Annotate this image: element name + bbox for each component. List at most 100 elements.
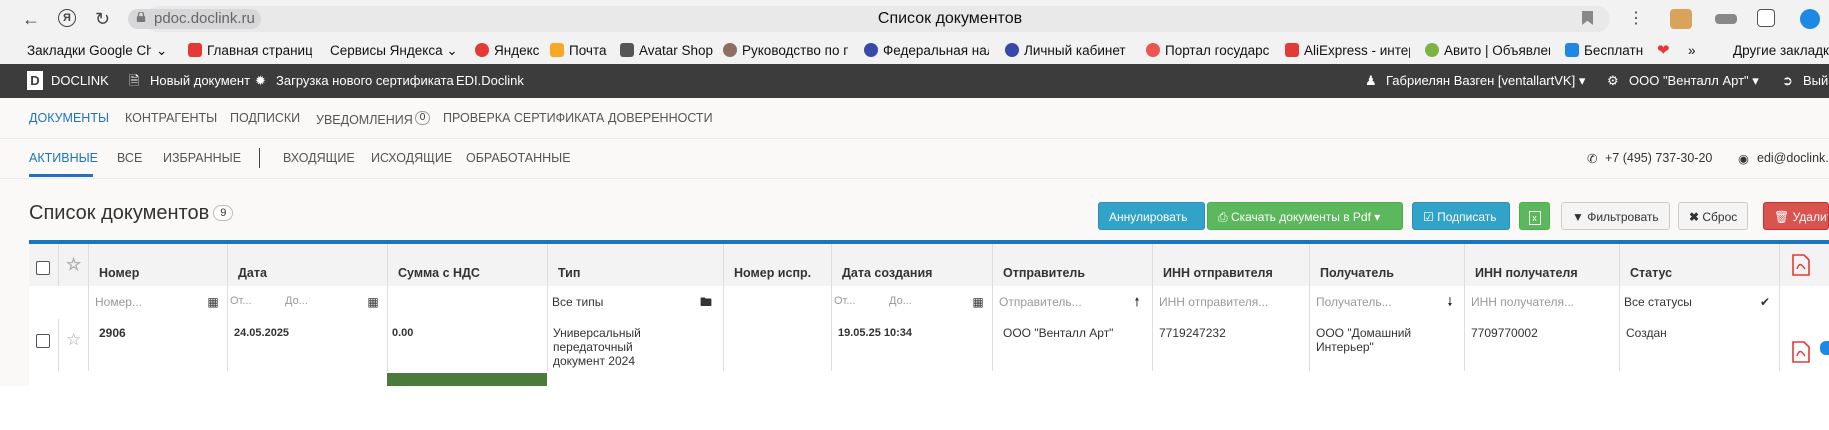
tab-active[interactable]: АКТИВНЫЕ (29, 151, 98, 165)
bookmark-item[interactable]: AliExpress - интер (1285, 43, 1410, 59)
cell-type: Универсальный передаточный документ 2024 (547, 319, 723, 371)
back-arrow-icon[interactable]: ← (22, 8, 40, 30)
header-sender-inn[interactable]: ИНН отправителя (1152, 244, 1309, 286)
filter-receiver-cell: Получатель... 🠗 (1309, 286, 1464, 319)
tab-outgoing[interactable]: ИСХОДЯЩИЕ (371, 151, 452, 165)
cloud-icon[interactable] (1820, 341, 1829, 355)
filter-number-input[interactable]: Номер... (95, 295, 195, 309)
check-icon[interactable]: ✔ (1755, 291, 1775, 313)
calendar-icon[interactable]: ▦ (968, 291, 988, 313)
more-bookmarks[interactable]: » (1688, 43, 1696, 59)
sort-down-icon[interactable]: 🠗 (1440, 291, 1460, 313)
profile-icon[interactable] (1800, 9, 1820, 29)
header-receiver[interactable]: Получатель (1309, 244, 1464, 286)
row-checkbox[interactable] (36, 334, 50, 348)
reset-button[interactable]: ✖ Сброс (1678, 202, 1748, 230)
delete-button[interactable]: 🗑 Удалит (1763, 202, 1829, 230)
tab-notifications[interactable]: УВЕДОМЛЕНИЯ 0 (316, 111, 431, 127)
header-created[interactable]: Дата создания (831, 244, 992, 286)
upload-certificate-link[interactable]: Загрузка нового сертификата (276, 73, 454, 89)
new-document-link[interactable]: Новый документ (150, 73, 250, 89)
email-address[interactable]: edi@doclink. (1757, 151, 1829, 165)
folder-icon[interactable] (709, 408, 729, 430)
star-icon[interactable]: ☆ (66, 331, 81, 348)
header-date[interactable]: Дата (227, 244, 387, 286)
table-row[interactable] (29, 371, 1829, 386)
filter-sum-cell (387, 286, 547, 319)
sign-button[interactable]: ☑ Подписать (1412, 202, 1510, 230)
bookmark-item[interactable]: Почта (550, 43, 607, 59)
select-all-checkbox[interactable] (36, 261, 50, 275)
org-menu[interactable]: ООО "Венталл Арт" ▾ (1629, 73, 1759, 89)
tab-documents[interactable]: ДОКУМЕНТЫ (29, 111, 109, 125)
filter-created-from[interactable]: От... (834, 295, 882, 307)
filter-sender-input[interactable]: Отправитель... (999, 295, 1109, 309)
filter-created-to[interactable]: До... (889, 295, 949, 307)
bookmark-item[interactable]: Портал государс (1146, 43, 1271, 59)
header-status[interactable]: Статус (1619, 244, 1779, 286)
tab-all[interactable]: ВСЕ (117, 151, 142, 165)
user-menu[interactable]: Габриелян Вазген [ventallartVK] ▾ (1386, 73, 1585, 89)
bookmark-item[interactable]: Яндекс (475, 43, 539, 59)
bookmark-item[interactable]: Руководство по п (723, 43, 848, 59)
filter-receiver-inn-input[interactable]: ИНН получателя... (1471, 295, 1611, 309)
filter-receiver-input[interactable]: Получатель... (1316, 295, 1426, 309)
annul-button[interactable]: Аннулировать (1098, 202, 1205, 230)
heart-icon[interactable]: ❤ (1657, 43, 1670, 59)
filter-type-select[interactable]: Все типы (552, 295, 603, 309)
filter-sender-inn-input[interactable]: ИНН отправителя... (1159, 295, 1304, 309)
edi-link[interactable]: EDI.Doclink (456, 73, 524, 89)
excel-export-button[interactable]: x (1519, 202, 1550, 230)
calendar-icon[interactable]: ▦ (363, 291, 383, 313)
pdf-icon[interactable] (1792, 254, 1810, 276)
header-type[interactable]: Тип (547, 244, 723, 286)
download-pdf-button[interactable]: ⎙ Скачать документы в Pdf ▾ (1207, 202, 1403, 230)
other-bookmarks[interactable]: Другие закладки (1733, 43, 1829, 59)
bookmark-item[interactable]: Avatar Shop (620, 43, 713, 59)
extension-icon[interactable] (1715, 14, 1737, 24)
mail-icon (550, 43, 564, 57)
tab-certificate-check[interactable]: ПРОВЕРКА СЕРТИФИКАТА (443, 111, 604, 125)
more-icon[interactable]: ⋮ (1628, 8, 1644, 30)
header-fix-number[interactable]: Номер испр. (723, 244, 831, 286)
cell-number[interactable]: 2906 (88, 319, 227, 371)
bookmark-item[interactable]: Личный кабинет (1005, 43, 1130, 59)
reload-icon[interactable]: ↻ (95, 8, 110, 30)
filter-date-from[interactable]: От... (230, 295, 278, 307)
tab-favorites[interactable]: ИЗБРАННЫЕ (163, 151, 241, 165)
bookmark-item[interactable]: Главная страница (188, 43, 312, 59)
header-sum[interactable]: Сумма с НДС (387, 244, 547, 286)
bookmark-item[interactable]: Бесплатн (1565, 43, 1650, 59)
bookmark-item[interactable]: Сервисы Яндекса ⌄ (330, 43, 458, 59)
yandex-icon[interactable]: Я (58, 9, 76, 27)
logo-text[interactable]: DOCLINK (51, 73, 109, 89)
chevron-down-icon[interactable]: ⌄ (156, 43, 167, 59)
logout-link[interactable]: Вый (1803, 73, 1829, 89)
extension-icon[interactable] (1670, 9, 1692, 29)
bookmark-item[interactable]: Закладки Google Ch (27, 43, 151, 59)
header-sender[interactable]: Отправитель (992, 244, 1152, 286)
extension-icon[interactable] (1757, 9, 1775, 27)
folder-icon[interactable]: 🖿 (696, 291, 716, 313)
url-pill[interactable]: pdoc.doclink.ru (128, 9, 261, 29)
gift-icon (1565, 43, 1579, 57)
header-receiver-inn[interactable]: ИНН получателя (1464, 244, 1619, 286)
header-number[interactable]: Номер (88, 244, 227, 286)
sort-up-icon[interactable]: 🠕 (1127, 291, 1147, 313)
tab-subscriptions[interactable]: ПОДПИСКИ (230, 111, 300, 125)
logo-icon: D (27, 71, 43, 90)
filter-created-cell: От... До... ▦ (831, 286, 992, 319)
table-row[interactable]: ☆ 2906 24.05.2025 0.00 Универсальный пер… (29, 319, 1829, 372)
tab-incoming[interactable]: ВХОДЯЩИЕ (283, 151, 355, 165)
bookmark-item[interactable]: Федеральная нал (864, 43, 989, 59)
filter-button[interactable]: ▼ Фильтровать (1561, 202, 1670, 230)
calculator-icon[interactable]: ▦ (203, 291, 223, 313)
filter-date-to[interactable]: До... (285, 295, 345, 307)
pdf-icon[interactable] (1792, 341, 1810, 363)
filter-status-select[interactable]: Все статусы (1624, 295, 1692, 309)
tab-processed[interactable]: ОБРАБОТАННЫЕ (466, 151, 571, 165)
star-icon[interactable]: ☆ (66, 256, 81, 273)
tab-contractors[interactable]: КОНТРАГЕНТЫ (125, 111, 217, 125)
tab-powers-of-attorney[interactable]: ДОВЕРЕННОСТИ (608, 111, 713, 125)
bookmark-item[interactable]: Авито | Объявлен (1425, 43, 1550, 59)
